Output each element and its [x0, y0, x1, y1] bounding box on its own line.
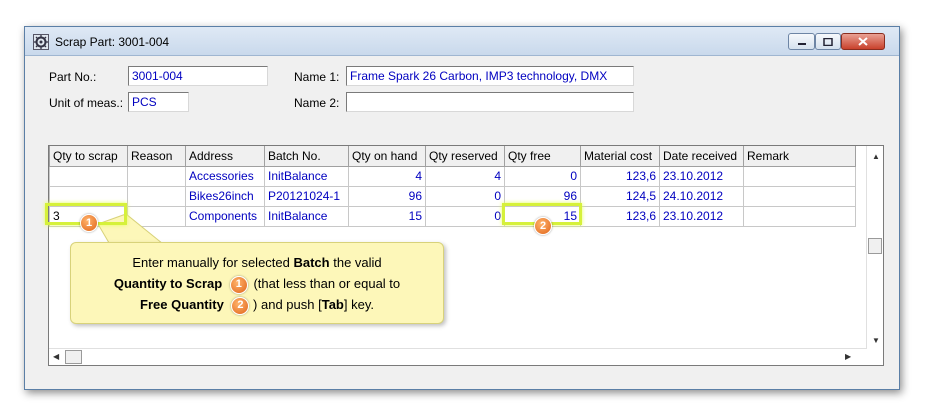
callout-line-2: Quantity to Scrap 1 (that less than or e… — [71, 273, 443, 294]
callout-text: (that less than or equal to — [249, 276, 401, 291]
callout-text: Enter manually for selected — [132, 255, 294, 270]
step-1-marker: 1 — [80, 214, 98, 232]
callout-bold-free-quantity: Free Quantity — [140, 297, 224, 312]
instruction-callout: Enter manually for selected Batch the va… — [70, 242, 444, 324]
step-2-marker: 2 — [534, 217, 552, 235]
callout-text: the valid — [329, 255, 382, 270]
callout-line-3: Free Quantity 2 ) and push [Tab] key. — [71, 294, 443, 315]
callout-bold-qty-to-scrap: Quantity to Scrap — [113, 276, 223, 291]
callout-text: ] key. — [343, 297, 374, 312]
callout-pointer — [97, 213, 170, 249]
step-1-badge: 1 — [229, 275, 248, 294]
callout-bold-tab: Tab — [321, 297, 344, 312]
callout-text: ) and push [ — [249, 297, 322, 312]
callout-bold-batch: Batch — [293, 255, 330, 270]
step-2-badge: 2 — [231, 296, 250, 315]
callout-line-1: Enter manually for selected Batch the va… — [71, 252, 443, 273]
